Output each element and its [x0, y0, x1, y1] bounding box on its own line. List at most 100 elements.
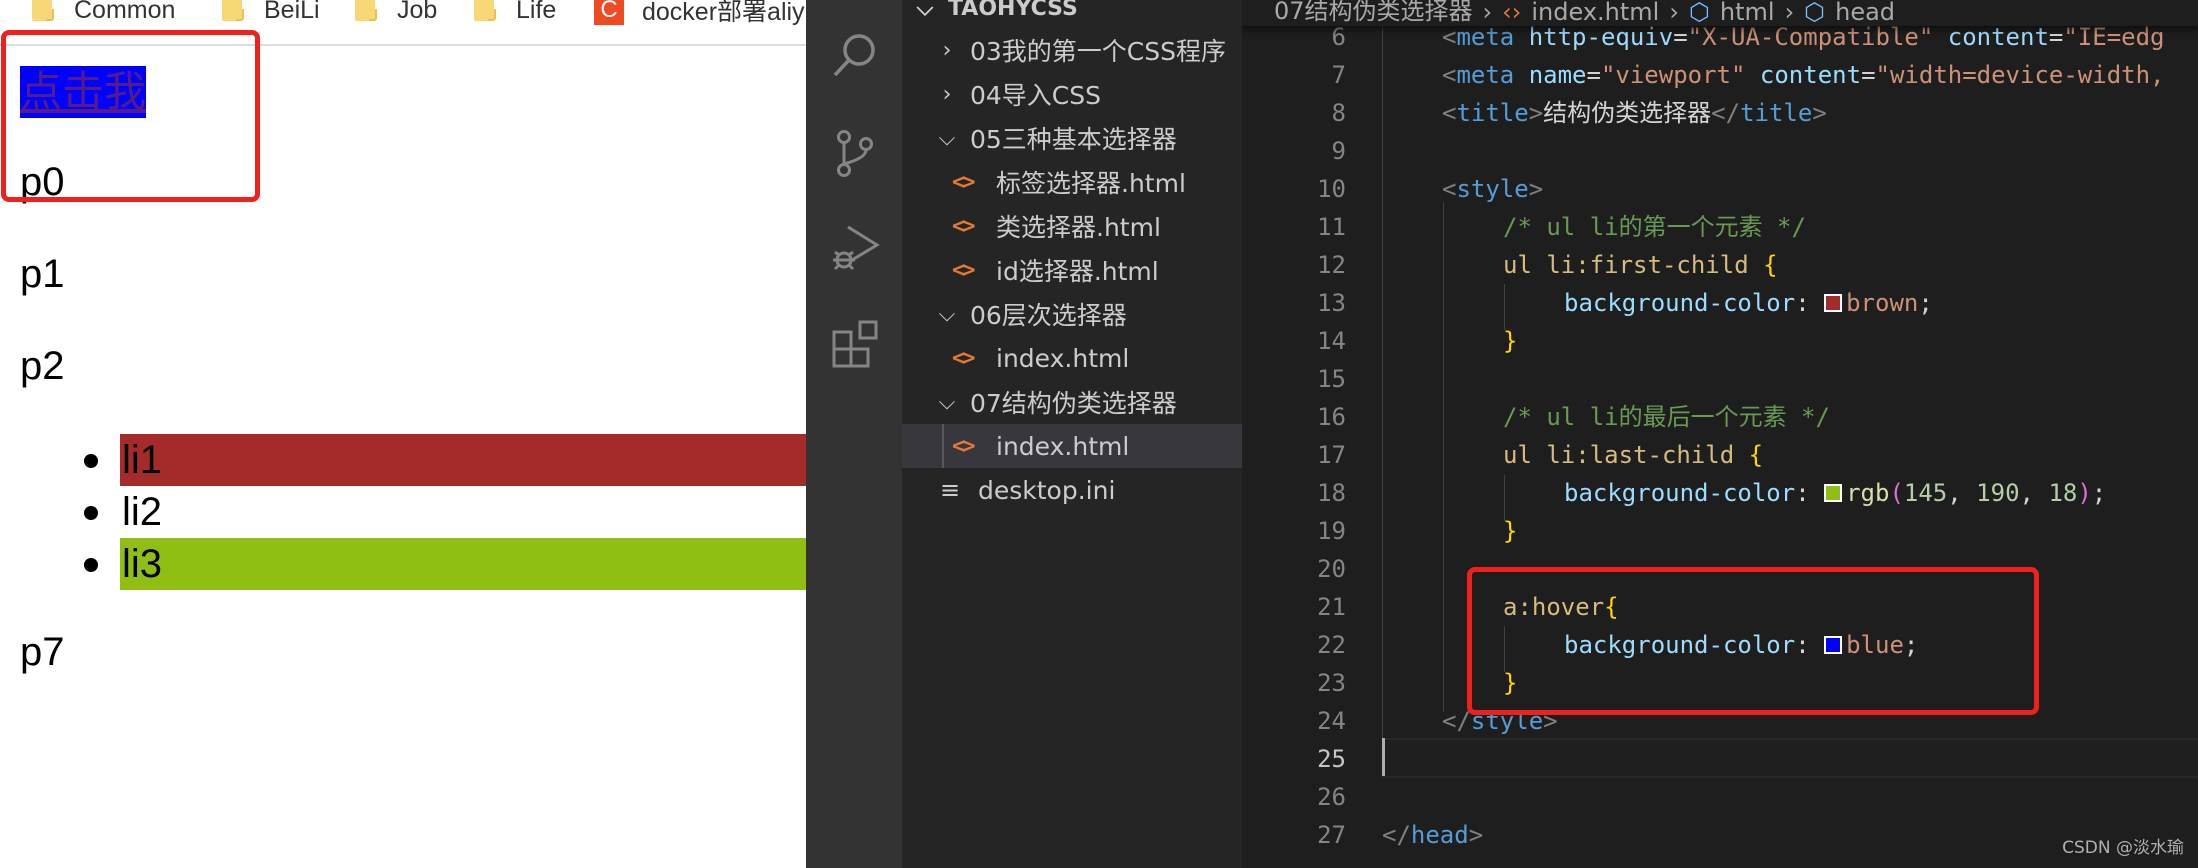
- tree-label: 06层次选择器: [970, 301, 1127, 330]
- chevron-right-icon: ›: [1669, 0, 1679, 26]
- code-line-21: a:hover{: [1503, 593, 1619, 621]
- bookmark-label: docker部署aliy: [642, 0, 805, 26]
- folder-icon: [222, 0, 244, 21]
- token: background-color: [1564, 631, 1796, 659]
- token: content: [1947, 23, 2049, 51]
- code-line-22: background-color: blue;: [1564, 631, 1919, 659]
- token: "viewport": [1600, 61, 1746, 89]
- run-debug-icon[interactable]: [830, 222, 880, 272]
- token: title: [1740, 99, 1813, 127]
- code-line-13: background-color: brown;: [1564, 289, 1933, 317]
- line-number: 21: [1317, 593, 1346, 621]
- tree-folder-05[interactable]: ⌵ 05三种基本选择器: [902, 116, 1242, 160]
- tree-folder-03[interactable]: › 03我的第一个CSS程序: [902, 28, 1242, 72]
- token: background-color: [1564, 289, 1796, 317]
- bookmark-label: BeiLi: [264, 0, 320, 24]
- text-file-icon: ≡: [940, 476, 961, 504]
- tree-folder-04[interactable]: › 04导入CSS: [902, 72, 1242, 116]
- tree-file-07-index[interactable]: <> index.html: [902, 424, 1242, 468]
- line-number: 24: [1317, 707, 1346, 735]
- source-control-icon[interactable]: [830, 128, 880, 178]
- token: brown: [1846, 289, 1919, 317]
- text-cursor: [1382, 738, 1385, 776]
- token: http-equiv: [1528, 23, 1674, 51]
- line-number: 12: [1317, 251, 1346, 279]
- token: "X-UA-Compatible": [1687, 23, 1934, 51]
- chevron-down-icon: ⌵: [938, 389, 956, 415]
- tree-label: 04导入CSS: [970, 81, 1102, 110]
- html-file-icon: <>: [952, 345, 976, 371]
- bookmark-beili[interactable]: BeiLi: [222, 0, 320, 26]
- tree-file-class-selector[interactable]: <> 类选择器.html: [902, 204, 1242, 248]
- tree-file-06-index[interactable]: <> index.html: [902, 336, 1242, 380]
- tree-label: id选择器.html: [996, 257, 1159, 286]
- code-line-7: <meta name="viewport" content="width=dev…: [1442, 61, 2165, 89]
- line-number: 18: [1317, 479, 1346, 507]
- root-label: TAOHYCSS: [948, 0, 1078, 21]
- code-editor[interactable]: 07结构伪类选择器 › ‹› index.html › ⬡ html › ⬡ h…: [1242, 0, 2198, 868]
- token: "IE=edg: [2063, 23, 2165, 51]
- list-item-li1: li1: [120, 434, 806, 486]
- paragraph-p1: p1: [20, 252, 65, 296]
- token: ul li:first-child: [1503, 251, 1749, 279]
- bookmark-docker[interactable]: C docker部署aliy: [594, 0, 805, 26]
- breadcrumb-html[interactable]: html: [1720, 0, 1775, 26]
- paragraph-p7: p7: [20, 630, 65, 674]
- chevron-down-icon: ⌵: [916, 0, 934, 21]
- tree-file-desktop-ini[interactable]: ≡ desktop.ini: [902, 468, 1242, 512]
- token: /* ul li的最后一个元素 */: [1503, 403, 1830, 431]
- activity-bar: [806, 0, 902, 868]
- current-line-highlight: [1382, 738, 2198, 778]
- html-file-icon: <>: [952, 213, 976, 239]
- tree-label: 03我的第一个CSS程序: [970, 37, 1227, 66]
- token: meta: [1456, 61, 1515, 89]
- code-line-17: ul li:last-child {: [1503, 441, 1764, 469]
- breadcrumb-file[interactable]: index.html: [1531, 0, 1659, 26]
- line-number: 15: [1317, 365, 1346, 393]
- bookmark-common[interactable]: Common: [32, 0, 175, 26]
- html-file-icon: ‹›: [1502, 0, 1522, 26]
- line-number: 8: [1331, 99, 1346, 127]
- paragraph-p0: p0: [20, 160, 65, 204]
- line-number: 17: [1317, 441, 1346, 469]
- breadcrumb-head[interactable]: head: [1835, 0, 1895, 26]
- search-icon[interactable]: [830, 30, 880, 80]
- chevron-down-icon: ⌵: [938, 301, 956, 327]
- tree-label: 05三种基本选择器: [970, 125, 1177, 154]
- tree-folder-06[interactable]: ⌵ 06层次选择器: [902, 292, 1242, 336]
- symbol-cube-icon: ⬡: [1804, 0, 1826, 26]
- html-file-icon: <>: [952, 433, 976, 459]
- tree-file-id-selector[interactable]: <> id选择器.html: [902, 248, 1242, 292]
- breadcrumb-folder[interactable]: 07结构伪类选择器: [1274, 0, 1473, 26]
- tree-file-tag-selector[interactable]: <> 标签选择器.html: [902, 160, 1242, 204]
- tree-label: index.html: [996, 343, 1130, 373]
- paragraph-p2: p2: [20, 344, 65, 388]
- token: 18: [2048, 479, 2078, 507]
- code-line-8: <title>结构伪类选择器</title>: [1442, 99, 1827, 127]
- line-number: 13: [1317, 289, 1346, 317]
- breadcrumb: 07结构伪类选择器 › ‹› index.html › ⬡ html › ⬡ h…: [1242, 0, 2198, 26]
- click-me-link[interactable]: 点击我: [20, 66, 147, 118]
- token: blue: [1846, 631, 1904, 659]
- chevron-right-icon: ›: [942, 37, 952, 63]
- bookmark-life[interactable]: Life: [474, 0, 556, 26]
- bookmark-label: Life: [516, 0, 557, 24]
- token: content: [1759, 61, 1862, 89]
- indent-guide: [1443, 202, 1444, 712]
- bookmark-job[interactable]: Job: [355, 0, 437, 26]
- explorer-root-folder[interactable]: ⌵ TAOHYCSS: [902, 0, 1242, 30]
- extensions-icon[interactable]: [830, 318, 880, 368]
- line-number: 7: [1331, 61, 1346, 89]
- color-swatch-brown[interactable]: [1824, 294, 1843, 312]
- color-swatch-green[interactable]: [1824, 484, 1843, 502]
- line-number: 27: [1317, 821, 1346, 849]
- color-swatch-blue[interactable]: [1824, 636, 1843, 654]
- tree-folder-07[interactable]: ⌵ 07结构伪类选择器: [902, 380, 1242, 424]
- line-number: 23: [1317, 669, 1346, 697]
- token: meta: [1456, 23, 1515, 51]
- csdn-icon: C: [594, 0, 624, 25]
- token: 145: [1903, 479, 1948, 507]
- tree-label: index.html: [996, 431, 1130, 461]
- code-line-10: <style>: [1442, 175, 1544, 203]
- indent-guide: [1382, 0, 1383, 776]
